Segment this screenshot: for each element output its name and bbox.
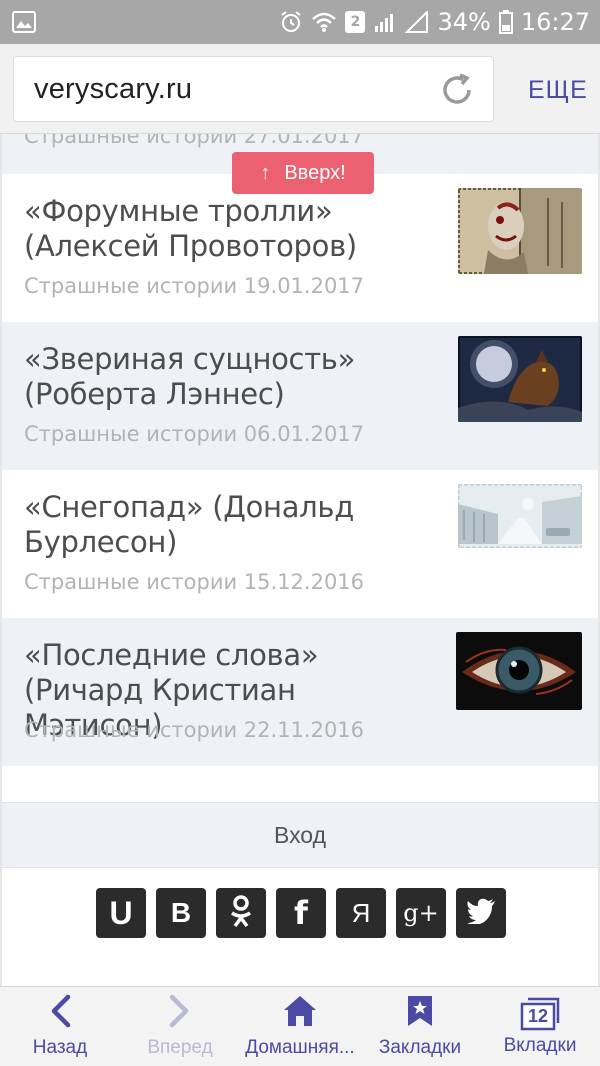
forward-label: Вперед bbox=[147, 1037, 213, 1058]
twitter-button[interactable] bbox=[456, 888, 506, 938]
article-meta: Страшные истории 27.01.2017 bbox=[24, 134, 365, 148]
vk-icon: B bbox=[170, 897, 192, 928]
gallery-notification-icon bbox=[12, 11, 36, 33]
up-arrow-icon: ↑ bbox=[260, 161, 271, 184]
browser-toolbar: veryscary.ru ЕЩЕ bbox=[0, 44, 600, 134]
signal-icon bbox=[373, 11, 397, 33]
social-share-bar: U B f Я g+ bbox=[96, 888, 506, 938]
more-button[interactable]: ЕЩЕ bbox=[528, 76, 588, 105]
facebook-button[interactable]: f bbox=[276, 888, 326, 938]
bookmarks-label: Закладки bbox=[378, 1037, 462, 1058]
address-bar[interactable]: veryscary.ru bbox=[13, 56, 494, 122]
scroll-up-label: Вверх! bbox=[284, 161, 346, 184]
list-item[interactable]: «Звериная сущность» (Роберта Лэннес) Стр… bbox=[2, 322, 598, 470]
home-button[interactable]: Домашняя... bbox=[240, 987, 360, 1066]
eye-thumbnail[interactable] bbox=[456, 632, 582, 710]
facebook-icon: f bbox=[294, 894, 308, 932]
login-button[interactable]: Вход bbox=[2, 802, 598, 868]
article-meta: Страшные истории 06.01.2017 bbox=[24, 422, 365, 446]
tabs-icon: 12 bbox=[520, 997, 560, 1031]
google-plus-button[interactable]: g+ bbox=[396, 888, 446, 938]
zombie-thumbnail[interactable] bbox=[458, 188, 582, 274]
clock: 16:27 bbox=[520, 8, 590, 36]
tabs-count: 12 bbox=[527, 1005, 549, 1026]
url-text[interactable]: veryscary.ru bbox=[14, 73, 192, 106]
list-item[interactable]: «Последние слова» (Ричард Кристиан Мэтис… bbox=[2, 618, 598, 766]
article-meta: Страшные истории 15.12.2016 bbox=[24, 570, 365, 594]
page-content: Страшные истории 27.01.2017 «Форумные тр… bbox=[0, 134, 600, 986]
tabs-button[interactable]: 12 Вкладки bbox=[480, 987, 600, 1066]
odnoklassniki-icon bbox=[228, 894, 254, 933]
list-item[interactable]: «Форумные тролли» (Алексей Провоторов) С… bbox=[2, 174, 598, 322]
home-label: Домашняя... bbox=[245, 1037, 355, 1058]
scroll-up-button[interactable]: ↑ Вверх! bbox=[232, 152, 374, 194]
status-bar: 2 34% 16:27 bbox=[0, 0, 600, 44]
battery-percent: 34% bbox=[437, 8, 491, 36]
article-meta: Страшные истории 22.11.2016 bbox=[24, 718, 365, 742]
sim-badge: 2 bbox=[345, 11, 366, 33]
article-title[interactable]: «Снегопад» (Дональд Бурлесон) bbox=[24, 490, 434, 560]
yandex-button[interactable]: Я bbox=[336, 888, 386, 938]
tabs-label: Вкладки bbox=[503, 1034, 577, 1056]
list-item[interactable]: «Снегопад» (Дональд Бурлесон) Страшные и… bbox=[2, 470, 598, 618]
ucoz-button[interactable]: U bbox=[96, 888, 146, 938]
article-title[interactable]: «Звериная сущность» (Роберта Лэннес) bbox=[24, 342, 434, 412]
vk-button[interactable]: B bbox=[156, 888, 206, 938]
home-icon bbox=[282, 994, 318, 1033]
article-title[interactable]: «Форумные тролли» (Алексей Провоторов) bbox=[24, 194, 434, 264]
google-plus-icon: g+ bbox=[403, 899, 439, 927]
bottom-navigation: Назад Вперед Домашняя... Закладки 12 Вкл… bbox=[0, 986, 600, 1066]
ucoz-icon: U bbox=[109, 894, 133, 931]
login-label: Вход bbox=[273, 821, 327, 848]
back-arrow-icon bbox=[48, 994, 72, 1033]
wifi-icon bbox=[311, 11, 337, 33]
odnoklassniki-button[interactable] bbox=[216, 888, 266, 938]
back-label: Назад bbox=[32, 1037, 88, 1058]
article-meta: Страшные истории 19.01.2017 bbox=[24, 274, 365, 298]
battery-icon bbox=[498, 10, 513, 34]
no-signal-icon bbox=[405, 11, 429, 33]
twitter-icon bbox=[466, 898, 496, 929]
forward-button[interactable]: Вперед bbox=[120, 987, 240, 1066]
forward-arrow-icon bbox=[168, 994, 192, 1033]
bookmark-icon bbox=[406, 994, 434, 1033]
bookmarks-button[interactable]: Закладки bbox=[360, 987, 480, 1066]
werewolf-thumbnail[interactable] bbox=[458, 336, 582, 422]
yandex-icon: Я bbox=[351, 897, 371, 928]
back-button[interactable]: Назад bbox=[0, 987, 120, 1066]
snowy-street-thumbnail[interactable] bbox=[458, 484, 582, 548]
alarm-icon bbox=[279, 10, 303, 34]
reload-icon[interactable] bbox=[439, 72, 475, 108]
